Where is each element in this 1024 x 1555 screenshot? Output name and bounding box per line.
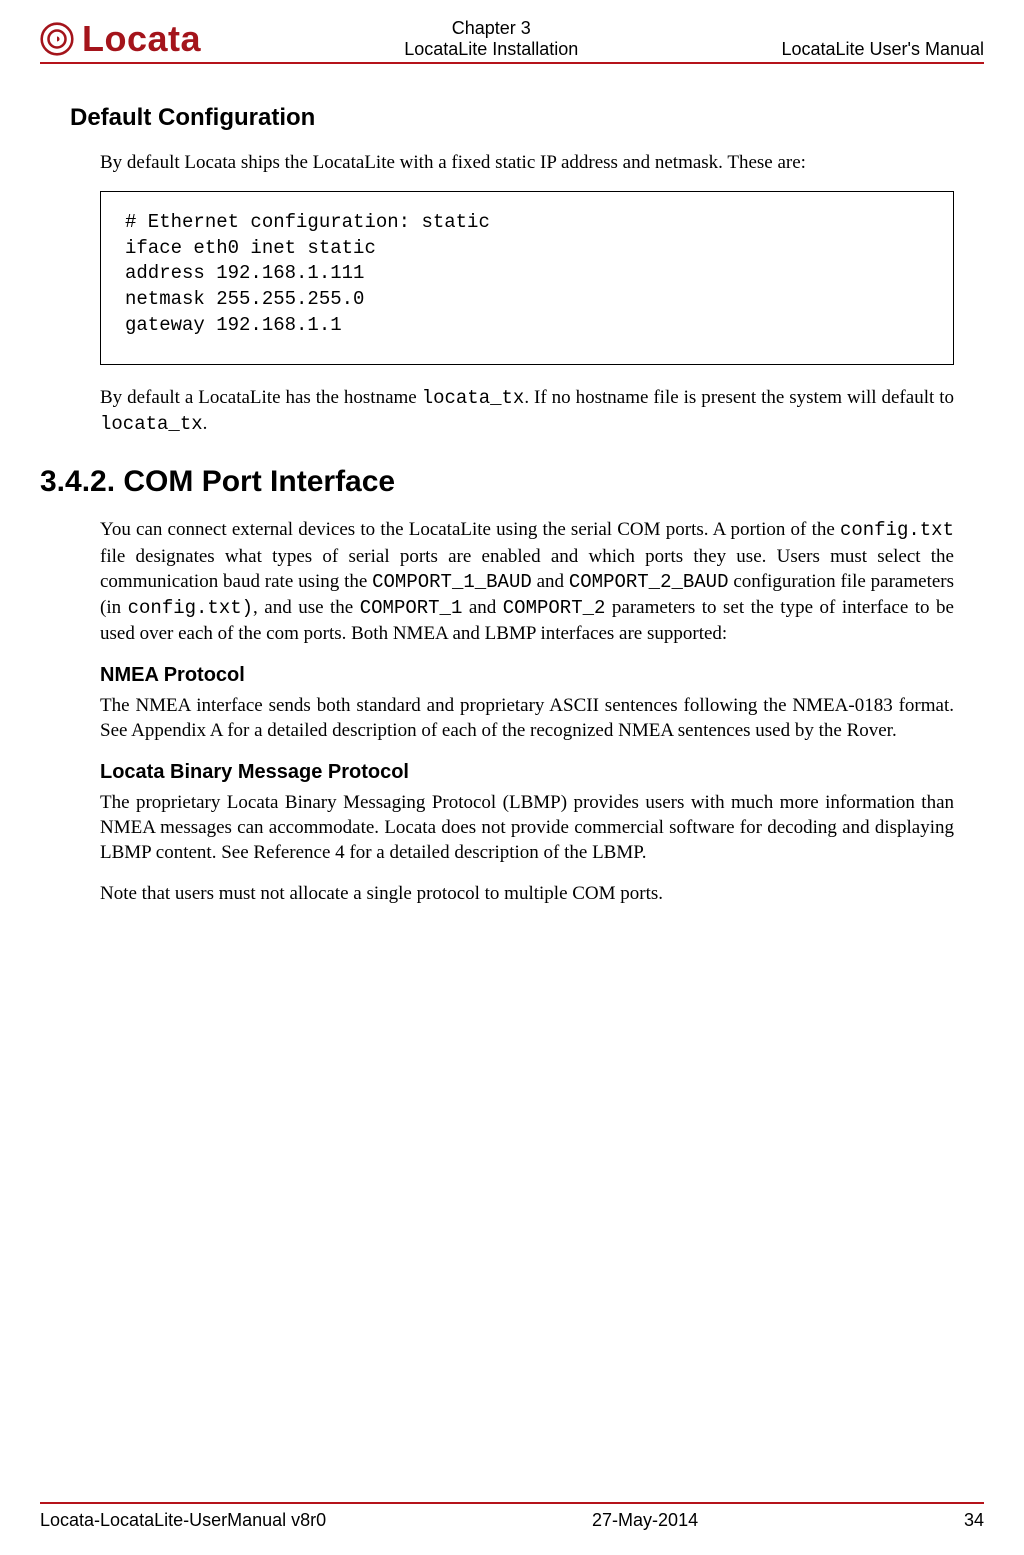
code-inline: COMPORT_2_BAUD	[569, 571, 729, 593]
section-heading-default-config: Default Configuration	[70, 104, 954, 132]
code-inline: COMPORT_1_BAUD	[372, 571, 532, 593]
footer-left: Locata-LocataLite-UserManual v8r0	[40, 1510, 326, 1531]
ethernet-config-codebox: # Ethernet configuration: static iface e…	[100, 191, 954, 365]
subheading-nmea: NMEA Protocol	[100, 664, 954, 687]
page: Locata Chapter 3 LocataLite Installation…	[0, 0, 1024, 1555]
page-footer: Locata-LocataLite-UserManual v8r0 27-May…	[40, 1502, 984, 1531]
header-right: LocataLite User's Manual	[781, 39, 984, 60]
code-inline: locata_tx	[100, 413, 203, 435]
header-center: Chapter 3 LocataLite Installation	[201, 18, 781, 60]
content: Default Configuration By default Locata …	[40, 64, 984, 906]
footer-right: 34	[964, 1510, 984, 1531]
code-inline: COMPORT_1	[360, 597, 463, 619]
logo-text-wrap: Locata	[74, 18, 201, 60]
text: and	[462, 597, 502, 618]
text: By default a LocataLite has the hostname	[100, 387, 422, 408]
hostname-paragraph: By default a LocataLite has the hostname…	[100, 385, 954, 437]
locata-mark-icon	[40, 22, 74, 56]
subheading-lbmp: Locata Binary Message Protocol	[100, 761, 954, 784]
code-inline: config.txt	[840, 519, 954, 541]
logo: Locata	[40, 18, 201, 60]
code-inline: locata_tx	[422, 387, 525, 409]
footer-center: 27-May-2014	[592, 1510, 698, 1531]
com-port-note: Note that users must not allocate a sing…	[100, 881, 954, 906]
text: .	[203, 413, 208, 434]
text: . If no hostname file is present the sys…	[524, 387, 954, 408]
page-header: Locata Chapter 3 LocataLite Installation…	[40, 18, 984, 64]
chapter-label: Chapter 3	[201, 18, 781, 39]
chapter-subtitle: LocataLite Installation	[201, 39, 781, 60]
nmea-paragraph: The NMEA interface sends both standard a…	[100, 693, 954, 743]
com-port-paragraph: You can connect external devices to the …	[100, 517, 954, 645]
section-heading-com-port: 3.4.2. COM Port Interface	[40, 465, 954, 499]
lbmp-paragraph: The proprietary Locata Binary Messaging …	[100, 790, 954, 865]
default-config-intro: By default Locata ships the LocataLite w…	[100, 150, 954, 175]
code-inline: config.txt)	[128, 597, 253, 619]
text: You can connect external devices to the …	[100, 519, 840, 540]
logo-text: Locata	[82, 18, 201, 59]
code-inline: COMPORT_2	[503, 597, 606, 619]
header-left: Locata	[40, 18, 201, 60]
text: and	[532, 571, 569, 592]
text: , and use the	[253, 597, 360, 618]
